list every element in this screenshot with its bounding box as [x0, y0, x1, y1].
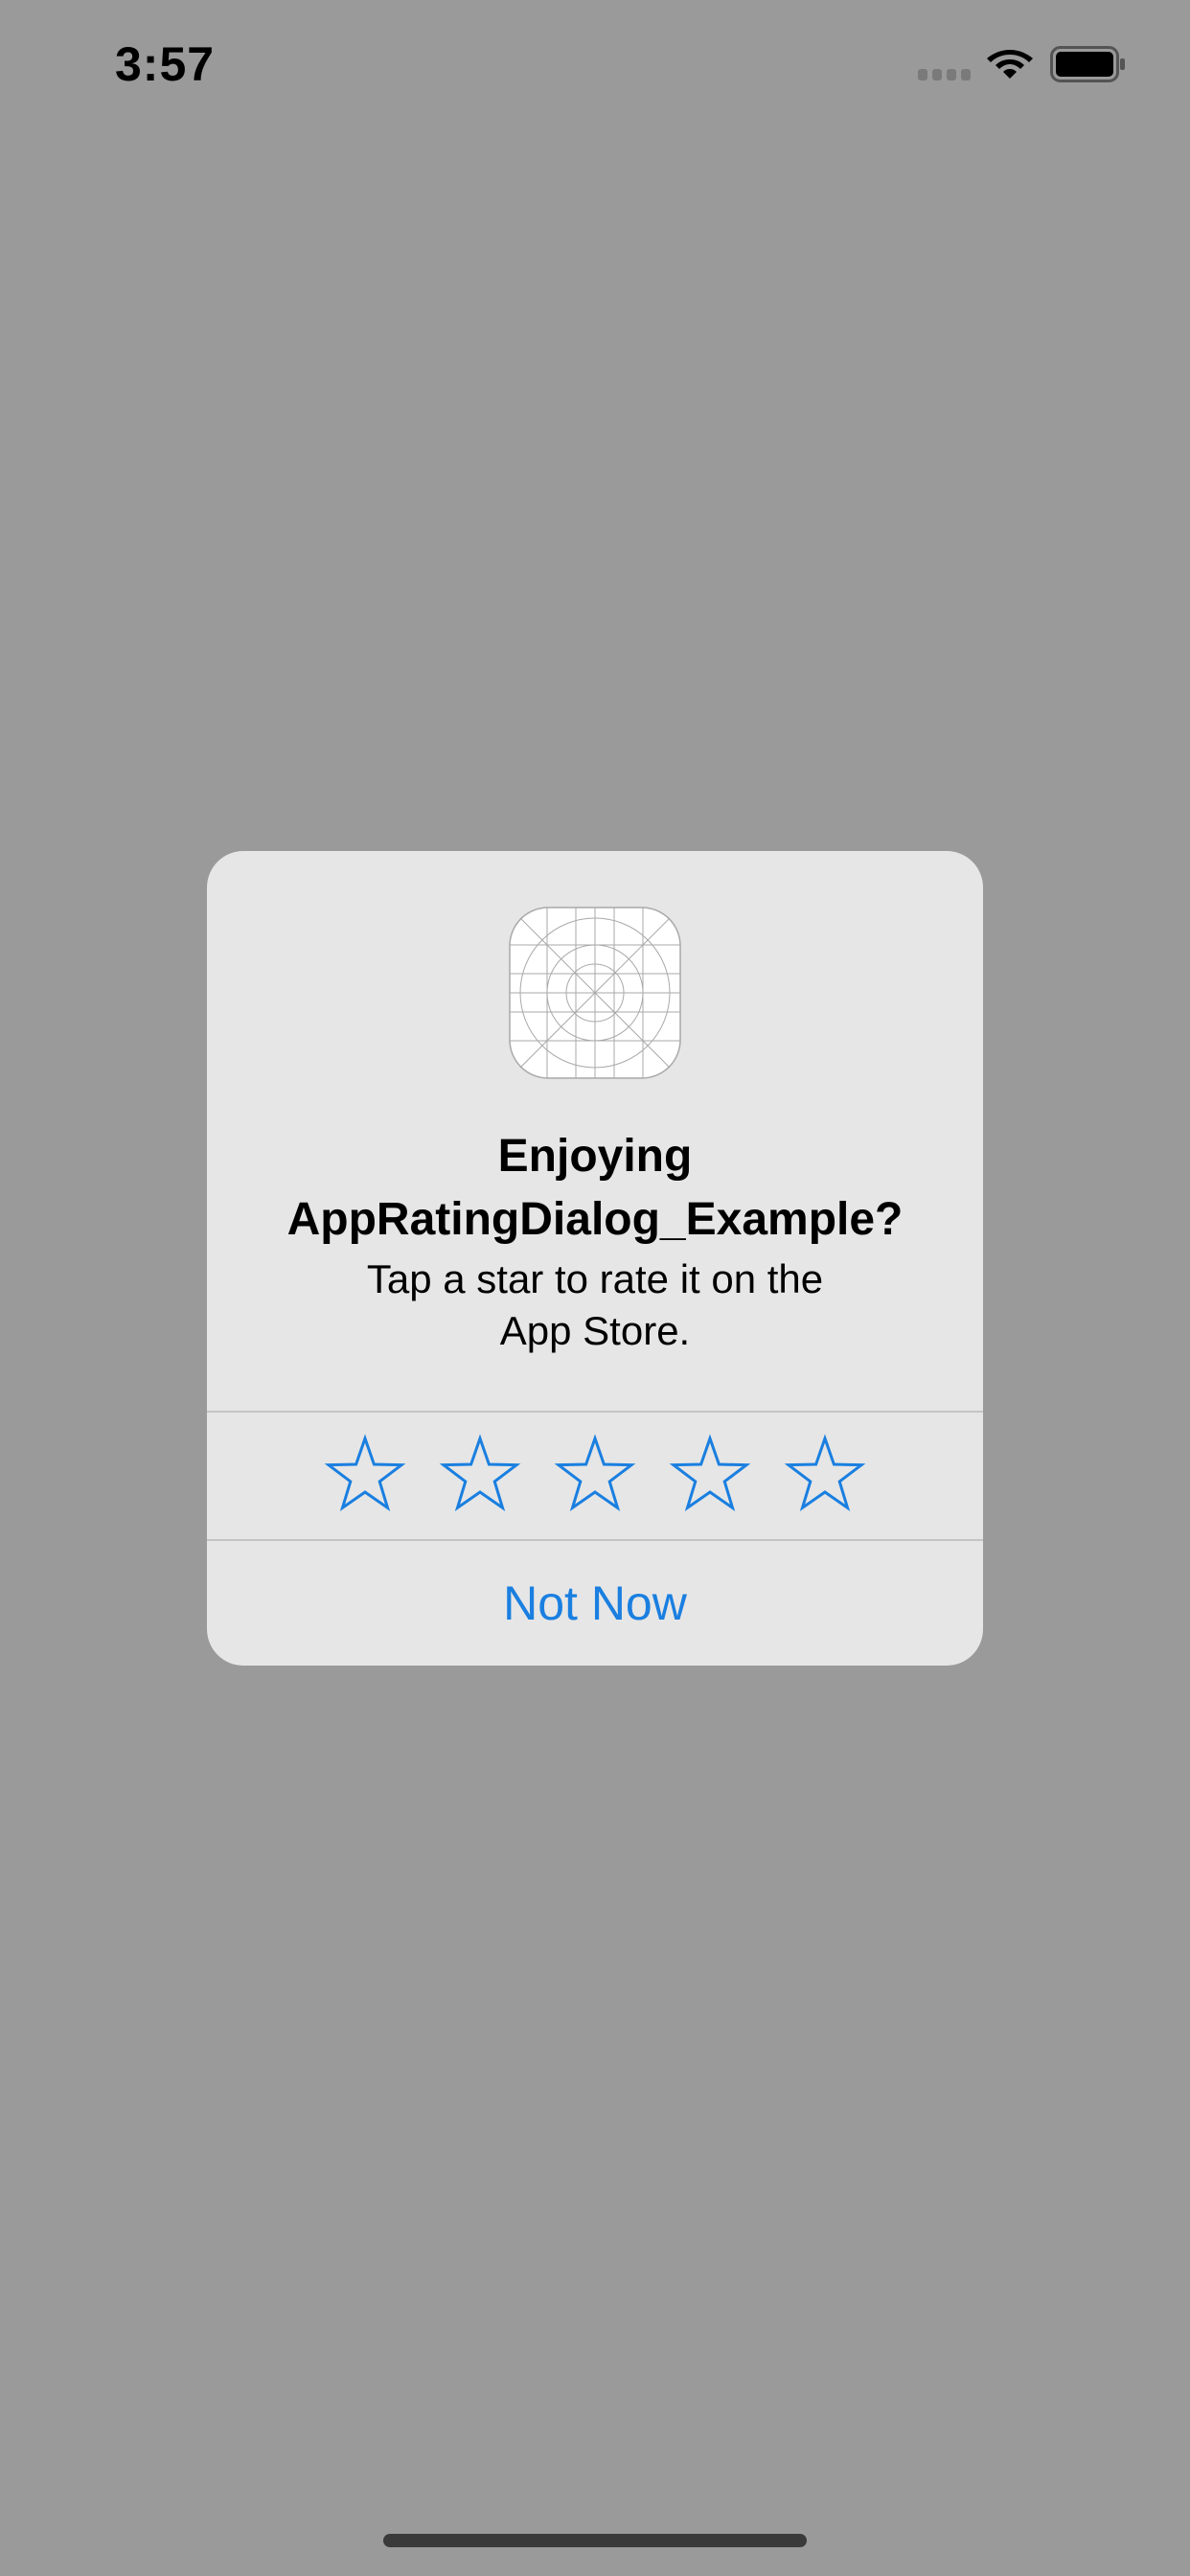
battery-icon	[1050, 46, 1125, 82]
dialog-title: Enjoying AppRatingDialog_Example?	[207, 1125, 983, 1252]
star-outline-icon-2[interactable]	[437, 1432, 523, 1518]
rating-dialog: Enjoying AppRatingDialog_Example? Tap a …	[207, 851, 983, 1666]
not-now-button[interactable]: Not Now	[207, 1541, 983, 1666]
wifi-icon	[987, 50, 1033, 79]
home-indicator[interactable]	[383, 2534, 807, 2547]
status-time: 3:57	[115, 37, 216, 91]
cellular-signal-icon	[918, 69, 971, 80]
star-rating-row	[207, 1413, 983, 1539]
star-outline-icon-5[interactable]	[782, 1432, 868, 1518]
status-bar: 3:57	[0, 0, 1190, 125]
dialog-message: Tap a star to rate it on the App Store.	[207, 1254, 983, 1357]
dialog-message-line-1: Tap a star to rate it on the	[366, 1256, 824, 1301]
star-outline-icon-3[interactable]	[552, 1432, 638, 1518]
dialog-title-line-1: Enjoying	[497, 1131, 693, 1182]
star-outline-icon-4[interactable]	[667, 1432, 753, 1518]
dialog-title-line-2: AppRatingDialog_Example?	[286, 1194, 904, 1245]
star-outline-icon-1[interactable]	[322, 1432, 408, 1518]
dialog-message-line-2: App Store.	[499, 1308, 691, 1353]
app-icon-placeholder-grid	[509, 907, 681, 1079]
